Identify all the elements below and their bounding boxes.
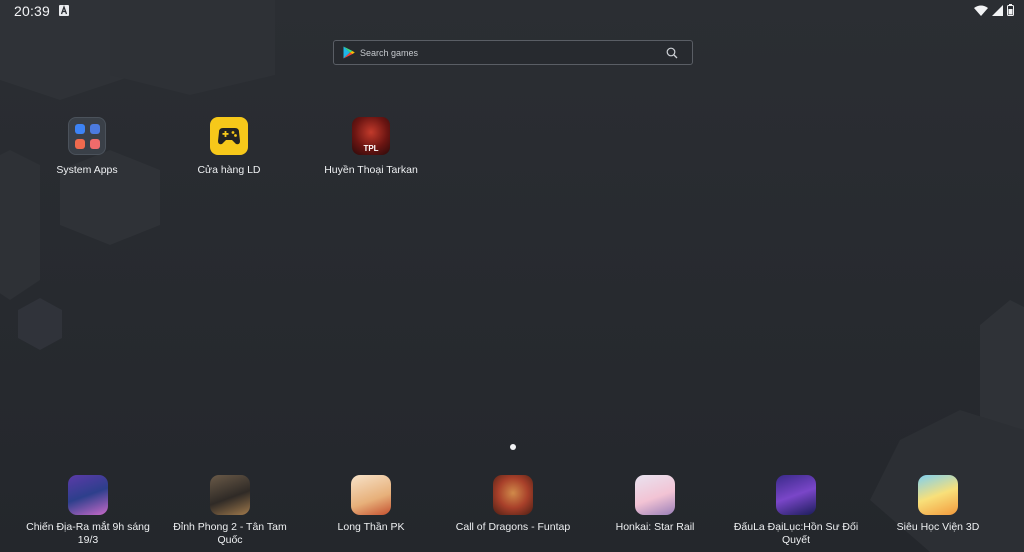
tarkan-game-icon: TPL <box>352 117 390 155</box>
dock-app-dinh-phong-2[interactable]: Đỉnh Phong 2 - Tân Tam Quốc <box>165 475 295 547</box>
long-than-game-icon <box>351 475 391 515</box>
google-play-icon <box>343 46 355 59</box>
wifi-icon <box>974 5 988 16</box>
gamepad-icon <box>210 117 248 155</box>
system-apps-folder-icon <box>68 117 106 155</box>
app-label: Long Thần PK <box>337 521 405 533</box>
dock-app-honkai-star-rail[interactable]: Honkai: Star Rail <box>590 475 720 534</box>
app-label: Siêu Học Viện 3D <box>896 521 980 533</box>
dock-app-dau-la-dai-luc[interactable]: ĐấuLa ĐạiLục:Hồn Sư Đối Quyết <box>731 475 861 547</box>
notification-a-icon <box>59 5 69 16</box>
app-label: Cửa hàng LD <box>197 164 261 176</box>
search-icon[interactable] <box>666 47 678 59</box>
status-bar: 20:39 <box>0 0 1024 22</box>
dock-app-sieu-hoc-vien-3d[interactable]: Siêu Học Viện 3D <box>873 475 1003 534</box>
tarkan-badge: TPL <box>363 144 379 153</box>
app-label: Huyền Thoại Tarkan <box>324 164 418 176</box>
background-hexagon-pattern <box>0 0 1024 552</box>
dock-app-call-of-dragons[interactable]: Call of Dragons - Funtap <box>448 475 578 534</box>
app-label: ĐấuLa ĐạiLục:Hồn Sư Đối Quyết <box>733 521 859 546</box>
call-of-dragons-game-icon <box>493 475 533 515</box>
dinh-phong-game-icon <box>210 475 250 515</box>
search-input[interactable] <box>360 43 660 62</box>
page-indicator-dot[interactable] <box>510 444 516 450</box>
battery-icon <box>1007 4 1014 16</box>
status-time: 20:39 <box>14 3 51 19</box>
honkai-game-icon <box>635 475 675 515</box>
app-system-apps[interactable]: System Apps <box>22 117 152 177</box>
app-huyen-thoai-tarkan[interactable]: TPL Huyền Thoại Tarkan <box>306 117 436 177</box>
app-label: System Apps <box>56 164 118 176</box>
dock-app-chien-dia[interactable]: Chiến Địa-Ra mắt 9h sáng 19/3 <box>23 475 153 547</box>
app-label: Honkai: Star Rail <box>615 521 695 533</box>
app-label: Đỉnh Phong 2 - Tân Tam Quốc <box>173 521 287 546</box>
sieu-hoc-vien-game-icon <box>918 475 958 515</box>
chien-dia-game-icon <box>68 475 108 515</box>
dau-la-game-icon <box>776 475 816 515</box>
app-label: Call of Dragons - Funtap <box>455 521 571 533</box>
app-ld-store[interactable]: Cửa hàng LD <box>164 117 294 177</box>
dock-app-long-than-pk[interactable]: Long Thần PK <box>306 475 436 534</box>
signal-icon <box>992 4 1003 16</box>
app-label: Chiến Địa-Ra mắt 9h sáng 19/3 <box>26 521 150 546</box>
search-bar[interactable] <box>333 40 693 65</box>
system-status-icons <box>974 4 1014 16</box>
